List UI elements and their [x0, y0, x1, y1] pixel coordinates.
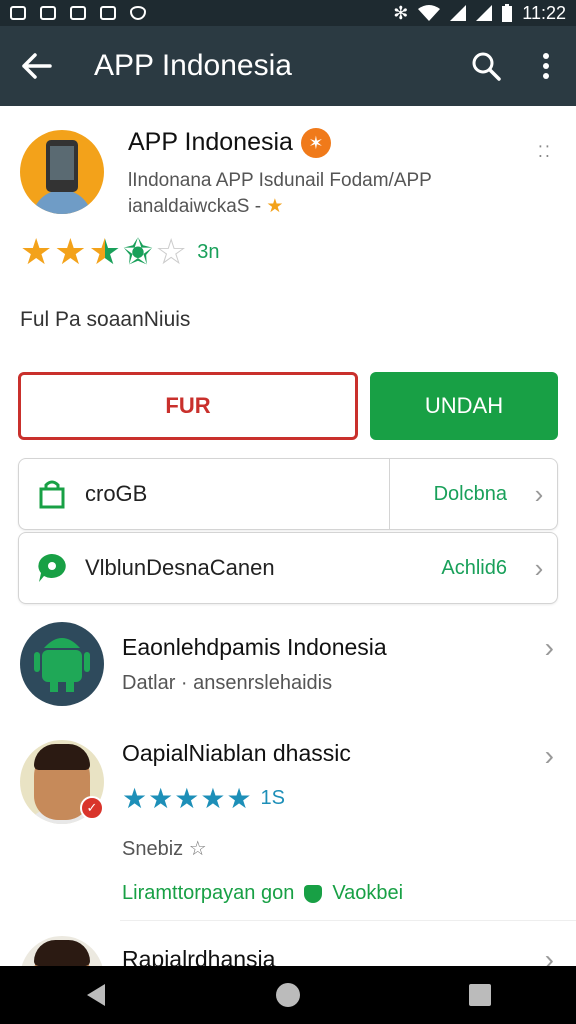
search-icon [472, 52, 501, 81]
info-card-shop[interactable]: croGB Dolcbna › [18, 458, 558, 530]
star-icon: ★ [54, 231, 87, 272]
rating-count: 3n [197, 240, 220, 263]
more-options-button[interactable] [516, 26, 576, 106]
list-item-subtitle: Datlar · ansenrslehaidis [122, 672, 333, 694]
star-empty-icon: ☆ [155, 231, 188, 272]
back-arrow-icon [22, 53, 52, 79]
shopping-bag-icon [19, 479, 85, 509]
star-icon: ★ [20, 231, 53, 272]
nav-recents-icon [469, 984, 491, 1006]
chevron-right-icon: › [534, 552, 544, 583]
wifi-icon [418, 5, 441, 21]
star-icon: ★ [122, 783, 148, 814]
notification-icon [10, 6, 26, 20]
list-item[interactable]: Eaonlehdpamis Indonesia Datlar · ansenrs… [0, 622, 576, 718]
app-subtitle: lIndonana APP Isdunail Fodam/APP ianalda… [128, 170, 432, 217]
badge-icon: ✶ [300, 128, 331, 159]
star-icon: ★ [174, 783, 200, 814]
card-value: Dolcbna [433, 482, 507, 505]
nav-recents-button[interactable] [450, 966, 510, 1024]
system-nav-bar [0, 966, 576, 1024]
chevron-right-icon: › [544, 632, 554, 663]
rating-row: ★ ★ ★ ✬ ☆ 3n [20, 234, 220, 270]
card-label: croGB [85, 481, 148, 506]
chat-bubble-icon [19, 552, 85, 584]
status-bar: ✻ 11:22 [0, 0, 576, 26]
card-label: VlblunDesnaCanen [85, 555, 275, 580]
app-name: APP Indonesia ✶ [128, 128, 331, 159]
shield-icon [130, 6, 146, 20]
rating-count: 1S [260, 787, 286, 809]
battery-icon [502, 4, 513, 22]
bluetooth-icon: ✻ [393, 2, 409, 23]
list-item[interactable]: ✓ OapialNiablan dhassic ★ ★ ★ ★ ★ 1S Sne… [0, 740, 576, 940]
search-button[interactable] [456, 26, 516, 106]
nav-home-icon [276, 983, 300, 1007]
app-icon [20, 130, 104, 214]
chevron-right-icon: › [544, 944, 554, 966]
image-icon [70, 6, 86, 20]
star-half-icon: ✬ [122, 231, 154, 272]
app-bar: APP Indonesia [0, 26, 576, 106]
list-item-title: Rapialrdhansia [122, 946, 276, 966]
info-card-chat[interactable]: VlblunDesnaCanen Achlid6 › [18, 532, 558, 604]
clock: 11:22 [522, 2, 566, 23]
install-button[interactable]: UNDAH [370, 372, 558, 440]
nav-back-button[interactable] [66, 966, 126, 1024]
app-bar-title: APP Indonesia [94, 49, 292, 82]
app-detail-content[interactable]: APP Indonesia ✶ lIndonana APP Isdunail Fo… [0, 106, 576, 966]
card-value: Achlid6 [441, 556, 507, 579]
star-icon: ★ [88, 231, 121, 272]
rating-row: ★ ★ ★ ★ ★ 1S [122, 782, 285, 815]
nav-back-icon [87, 984, 105, 1006]
star-icon: ★ [266, 196, 284, 217]
overflow-icon[interactable]: ⁚⁚ [538, 142, 552, 162]
shield-icon [304, 884, 323, 903]
list-item-footer: Liramttorpayan gon Vaokbei [122, 882, 404, 904]
list-item-title: Eaonlehdpamis Indonesia [122, 634, 387, 660]
list-item-subtitle: Snebiz ☆ [122, 838, 207, 860]
nav-home-button[interactable] [258, 966, 318, 1024]
signal-icon [450, 5, 467, 21]
person-avatar [20, 936, 104, 966]
outline-action-button[interactable]: FUR [18, 372, 358, 440]
star-icon: ★ [148, 783, 174, 814]
android-icon [20, 622, 104, 706]
verified-badge-icon: ✓ [80, 796, 104, 820]
notification-icon [40, 6, 56, 20]
more-vert-icon [543, 53, 549, 79]
signal-icon [476, 5, 493, 21]
star-icon: ★ [226, 783, 252, 814]
eye-icon [100, 6, 116, 20]
chevron-right-icon: › [544, 740, 554, 771]
app-description: Ful Pa soaanNiuis [20, 308, 191, 331]
list-item-title: OapialNiablan dhassic [122, 740, 351, 766]
star-icon: ★ [200, 783, 226, 814]
back-button[interactable] [0, 26, 74, 106]
list-item[interactable]: Rapialrdhansia › [0, 936, 576, 966]
chevron-right-icon: › [534, 478, 544, 509]
star-empty-icon: ☆ [188, 838, 207, 860]
